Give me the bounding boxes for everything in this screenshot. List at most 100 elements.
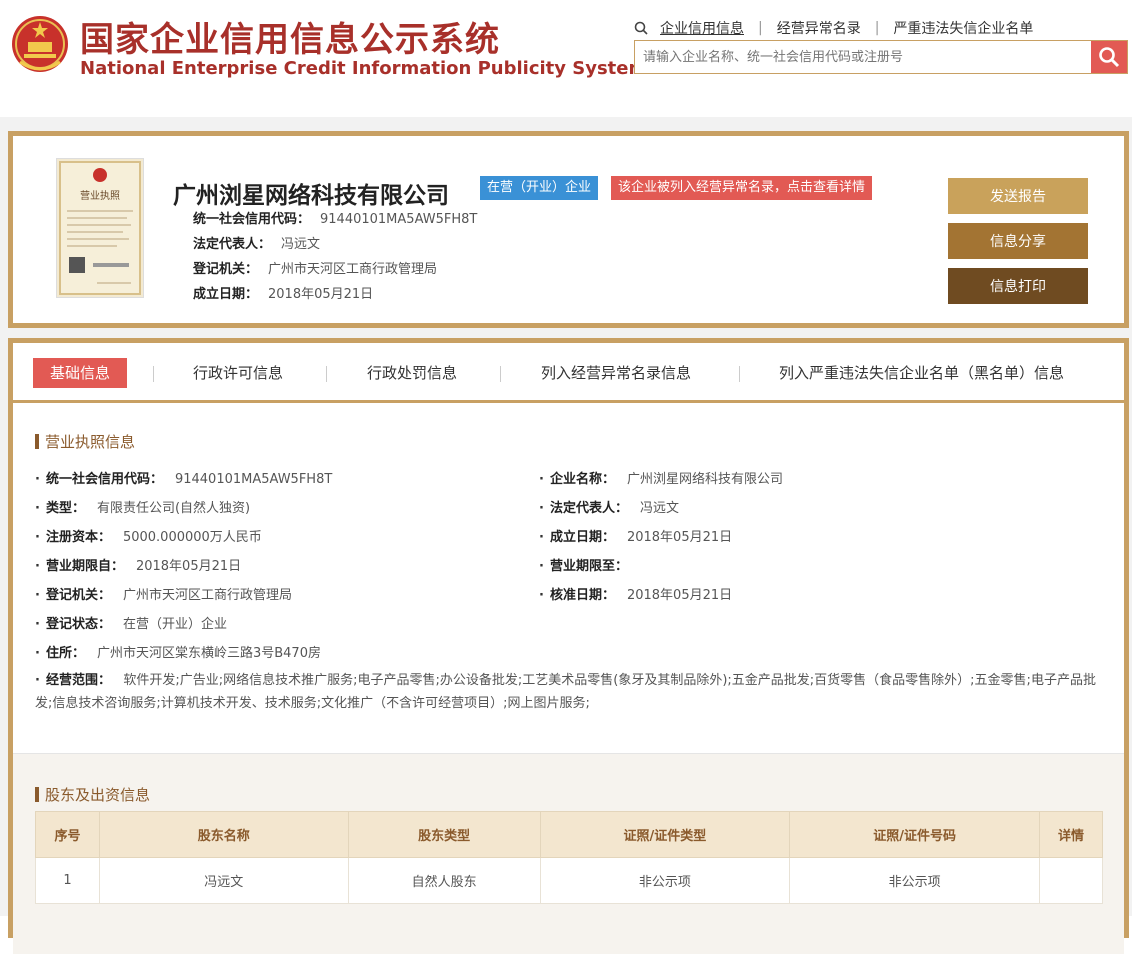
- detail-card: 基础信息 行政许可信息 行政处罚信息 列入经营异常名录信息 列入严重违法失信企业…: [8, 338, 1129, 954]
- field-term-to: · 营业期限至：: [539, 559, 628, 574]
- search-button[interactable]: [1091, 41, 1127, 73]
- field-registration-status: · 登记状态： 在营（开业）企业: [35, 617, 227, 632]
- field-label: 登记机关：: [45, 588, 111, 603]
- field-term-from: · 营业期限自： 2018年05月21日: [35, 559, 242, 574]
- field-label: 类型：: [45, 501, 85, 516]
- column-header-holder-type: 股东类型: [347, 811, 541, 858]
- summary-label: 法定代表人：: [193, 237, 272, 252]
- column-header-id-number: 证照/证件号码: [789, 811, 1040, 858]
- business-license-image[interactable]: 营业执照: [56, 158, 144, 298]
- cell-holder-type: 自然人股东: [347, 857, 541, 904]
- company-name: 广州浏星网络科技有限公司: [173, 183, 449, 209]
- field-value: 广州浏星网络科技有限公司: [626, 472, 783, 487]
- tab-separator: [153, 366, 154, 382]
- summary-established-date: 成立日期： 2018年05月21日: [193, 283, 373, 302]
- field-label: 统一社会信用代码：: [45, 472, 163, 487]
- business-scope: · 经营范围： 软件开发;广告业;网络信息技术推广服务;电子产品零售;办公设备批发…: [35, 673, 1096, 711]
- field-value: 在营（开业）企业: [122, 617, 227, 632]
- field-value: 91440101MA5AW5FH8T: [174, 472, 333, 487]
- tab-separator: [500, 366, 501, 382]
- field-label: 营业期限自：: [45, 559, 124, 574]
- field-legal-rep: · 法定代表人： 冯远文: [539, 501, 679, 516]
- national-emblem-icon: [12, 16, 68, 72]
- summary-value: 91440101MA5AW5FH8T: [320, 212, 478, 227]
- field-credit-code: · 统一社会信用代码： 91440101MA5AW5FH8T: [35, 472, 333, 487]
- field-label: 企业名称：: [549, 472, 615, 487]
- share-info-button[interactable]: 信息分享: [948, 223, 1088, 259]
- search-bar: [634, 40, 1128, 74]
- print-info-button[interactable]: 信息打印: [948, 268, 1088, 304]
- field-value: 5000.000000万人民币: [122, 530, 262, 545]
- tab-admin-license[interactable]: 行政许可信息: [193, 358, 283, 388]
- info-tabs: 基础信息 行政许可信息 行政处罚信息 列入经营异常名录信息 列入严重违法失信企业…: [13, 343, 1124, 403]
- cell-details[interactable]: [1039, 857, 1103, 904]
- field-label: 登记状态：: [45, 617, 111, 632]
- field-label: 营业期限至：: [549, 559, 628, 574]
- field-label: 注册资本：: [45, 530, 111, 545]
- tab-admin-penalty[interactable]: 行政处罚信息: [367, 358, 457, 388]
- abnormal-list-warning-badge[interactable]: 该企业被列入经营异常名录，点击查看详情: [611, 176, 873, 200]
- nav-separator: |: [758, 20, 763, 36]
- table-header-row: 序号 股东名称 股东类型 证照/证件类型 证照/证件号码 详情: [35, 811, 1103, 858]
- search-icon: [634, 21, 648, 35]
- company-summary-card: 营业执照 广州浏星网络科技有限公司 在营（开业）企业 该企业被列入经营异常名录，…: [8, 131, 1129, 328]
- site-title-cn: 国家企业信用信息公示系统: [80, 20, 500, 60]
- field-registered-capital: · 注册资本： 5000.000000万人民币: [35, 530, 262, 545]
- field-established-date: · 成立日期： 2018年05月21日: [539, 530, 733, 545]
- field-label: 成立日期：: [549, 530, 615, 545]
- summary-label: 成立日期：: [193, 287, 259, 302]
- status-badge: 在营（开业）企业: [480, 176, 599, 200]
- shareholder-section-title: 股东及出资信息: [35, 784, 150, 805]
- field-label: 住所：: [45, 646, 85, 661]
- cell-id-type: 非公示项: [539, 857, 791, 904]
- tab-separator: [739, 366, 740, 382]
- site-title-en: National Enterprise Credit Information P…: [80, 58, 648, 79]
- table-row: 1 冯远文 自然人股东 非公示项 非公示项: [35, 857, 1103, 904]
- nav-link-credit-info[interactable]: 企业信用信息: [660, 18, 744, 38]
- summary-label: 登记机关：: [193, 262, 259, 277]
- tab-blacklist[interactable]: 列入严重违法失信企业名单（黑名单）信息: [779, 358, 1064, 388]
- field-label: 核准日期：: [549, 588, 615, 603]
- field-value: 广州市天河区棠东横岭三路3号B470房: [96, 646, 321, 661]
- license-section-title: 营业执照信息: [35, 431, 135, 452]
- field-approval-date: · 核准日期： 2018年05月21日: [539, 588, 733, 603]
- cell-id-number: 非公示项: [789, 857, 1040, 904]
- field-value: 2018年05月21日: [626, 588, 733, 603]
- column-header-index: 序号: [35, 811, 100, 858]
- field-value: 2018年05月21日: [135, 559, 242, 574]
- scope-value: 软件开发;广告业;网络信息技术推广服务;电子产品零售;办公设备批发;工艺美术品零…: [35, 673, 1096, 711]
- nav-link-abnormal-list[interactable]: 经营异常名录: [777, 18, 861, 38]
- summary-label: 统一社会信用代码：: [193, 212, 311, 227]
- shareholder-table: 序号 股东名称 股东类型 证照/证件类型 证照/证件号码 详情 1 冯远文 自然…: [35, 811, 1103, 904]
- site-header: 国家企业信用信息公示系统 National Enterprise Credit …: [0, 0, 1132, 117]
- search-input[interactable]: [635, 41, 1091, 73]
- summary-value: 2018年05月21日: [268, 287, 374, 302]
- column-header-holder-name: 股东名称: [98, 811, 349, 858]
- tab-separator: [326, 366, 327, 382]
- field-label: 法定代表人：: [549, 501, 628, 516]
- tab-abnormal-list[interactable]: 列入经营异常名录信息: [541, 358, 691, 388]
- field-value: 2018年05月21日: [626, 530, 733, 545]
- license-thumbnail-icon: 营业执照: [59, 161, 141, 295]
- field-type: · 类型： 有限责任公司(自然人独资): [35, 501, 251, 516]
- top-nav: 企业信用信息 | 经营异常名录 | 严重违法失信企业名单: [634, 18, 1033, 38]
- column-header-details: 详情: [1039, 811, 1103, 858]
- nav-link-blacklist[interactable]: 严重违法失信企业名单: [893, 18, 1033, 38]
- field-value: 广州市天河区工商行政管理局: [122, 588, 292, 603]
- summary-value: 广州市天河区工商行政管理局: [268, 262, 438, 277]
- tab-basic-info[interactable]: 基础信息: [33, 358, 128, 388]
- field-address: · 住所： 广州市天河区棠东横岭三路3号B470房: [35, 646, 321, 661]
- field-company-name: · 企业名称： 广州浏星网络科技有限公司: [539, 472, 783, 487]
- cell-index: 1: [35, 857, 100, 904]
- summary-registration-authority: 登记机关： 广州市天河区工商行政管理局: [193, 258, 437, 277]
- scope-label: 经营范围：: [45, 673, 111, 688]
- field-value: 冯远文: [639, 501, 679, 516]
- field-value: 有限责任公司(自然人独资): [96, 501, 251, 516]
- nav-separator: |: [874, 20, 880, 36]
- license-image-label: 营业执照: [80, 189, 120, 202]
- column-header-id-type: 证照/证件类型: [539, 811, 791, 858]
- search-icon: [1099, 47, 1120, 68]
- cell-holder-name: 冯远文: [98, 857, 349, 904]
- summary-value: 冯远文: [281, 237, 321, 252]
- send-report-button[interactable]: 发送报告: [948, 178, 1088, 214]
